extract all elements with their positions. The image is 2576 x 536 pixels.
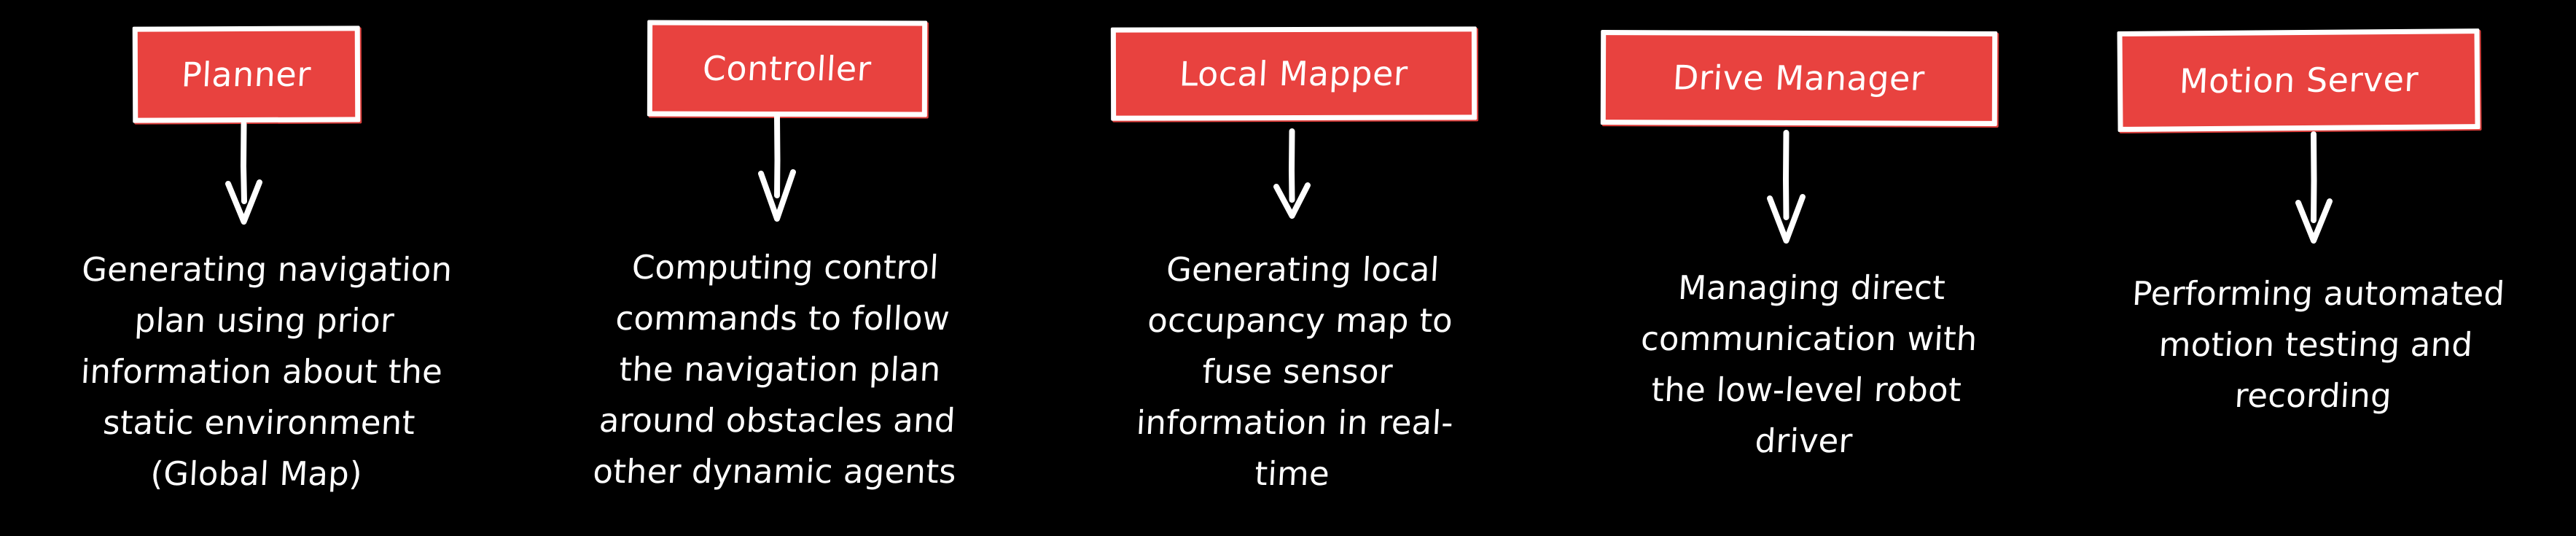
desc-line: Computing control: [631, 248, 940, 287]
column-drive-manager: Drive Manager Managing direct communicat…: [1560, 0, 2056, 536]
desc-line: occupancy map to: [1147, 301, 1454, 340]
desc-line: fuse sensor: [1201, 352, 1394, 391]
desc-line: the low-level robot: [1650, 370, 1963, 409]
description-planner: Generating navigation plan using prior i…: [4, 244, 520, 500]
desc-line: plan using prior: [133, 301, 396, 340]
down-arrow-icon-drive-manager: [1761, 130, 1812, 246]
column-controller: Controller Computing control commands to…: [539, 0, 1020, 536]
node-label-planner: Planner: [180, 54, 313, 95]
description-motion-server: Performing automated motion testing and …: [2054, 268, 2576, 422]
node-label-drive-manager: Drive Manager: [1671, 58, 1927, 98]
desc-line: static environment: [101, 403, 416, 442]
desc-line: information about the: [79, 352, 444, 391]
desc-line: commands to follow: [614, 299, 951, 338]
desc-line: Generating local: [1165, 250, 1440, 289]
description-controller: Computing control commands to follow the…: [533, 242, 1027, 497]
desc-line: motion testing and: [2158, 325, 2474, 364]
desc-line: the navigation plan: [618, 350, 942, 389]
node-label-motion-server: Motion Server: [2178, 59, 2419, 101]
desc-line: Generating navigation: [80, 250, 453, 289]
desc-line: around obstacles and: [598, 401, 957, 440]
down-arrow-icon-controller: [752, 114, 803, 225]
down-arrow-icon-planner: [219, 121, 270, 226]
desc-line: other dynamic agents: [592, 452, 958, 491]
desc-line: information in real-: [1135, 403, 1455, 442]
down-arrow-icon-motion-server: [2289, 131, 2340, 249]
description-drive-manager: Managing direct communication with the l…: [1555, 263, 2061, 467]
desc-line: Performing automated: [2131, 274, 2506, 313]
column-motion-server: Motion Server Performing automated motio…: [2056, 0, 2576, 536]
desc-line: recording: [2233, 376, 2393, 415]
desc-line: time: [1254, 454, 1331, 493]
desc-line: Managing direct: [1677, 268, 1947, 307]
description-local-mapper: Generating local occupancy map to fuse s…: [1043, 244, 1552, 500]
diagram-canvas: Planner Generating navigation plan using…: [0, 0, 2576, 536]
node-box-controller[interactable]: Controller: [647, 20, 928, 117]
node-box-local-mapper[interactable]: Local Mapper: [1110, 26, 1478, 121]
node-label-controller: Controller: [701, 48, 873, 89]
node-box-planner[interactable]: Planner: [132, 26, 361, 123]
desc-line: communication with: [1639, 319, 1978, 358]
down-arrow-icon-local-mapper: [1267, 128, 1318, 223]
column-planner: Planner Generating navigation plan using…: [0, 0, 525, 536]
desc-line: driver: [1754, 422, 1854, 460]
node-label-local-mapper: Local Mapper: [1178, 53, 1410, 94]
desc-line: (Global Map): [149, 454, 364, 493]
node-box-motion-server[interactable]: Motion Server: [2117, 28, 2481, 132]
node-box-drive-manager[interactable]: Drive Manager: [1600, 30, 1998, 126]
column-local-mapper: Local Mapper Generating local occupancy …: [1050, 0, 1545, 536]
